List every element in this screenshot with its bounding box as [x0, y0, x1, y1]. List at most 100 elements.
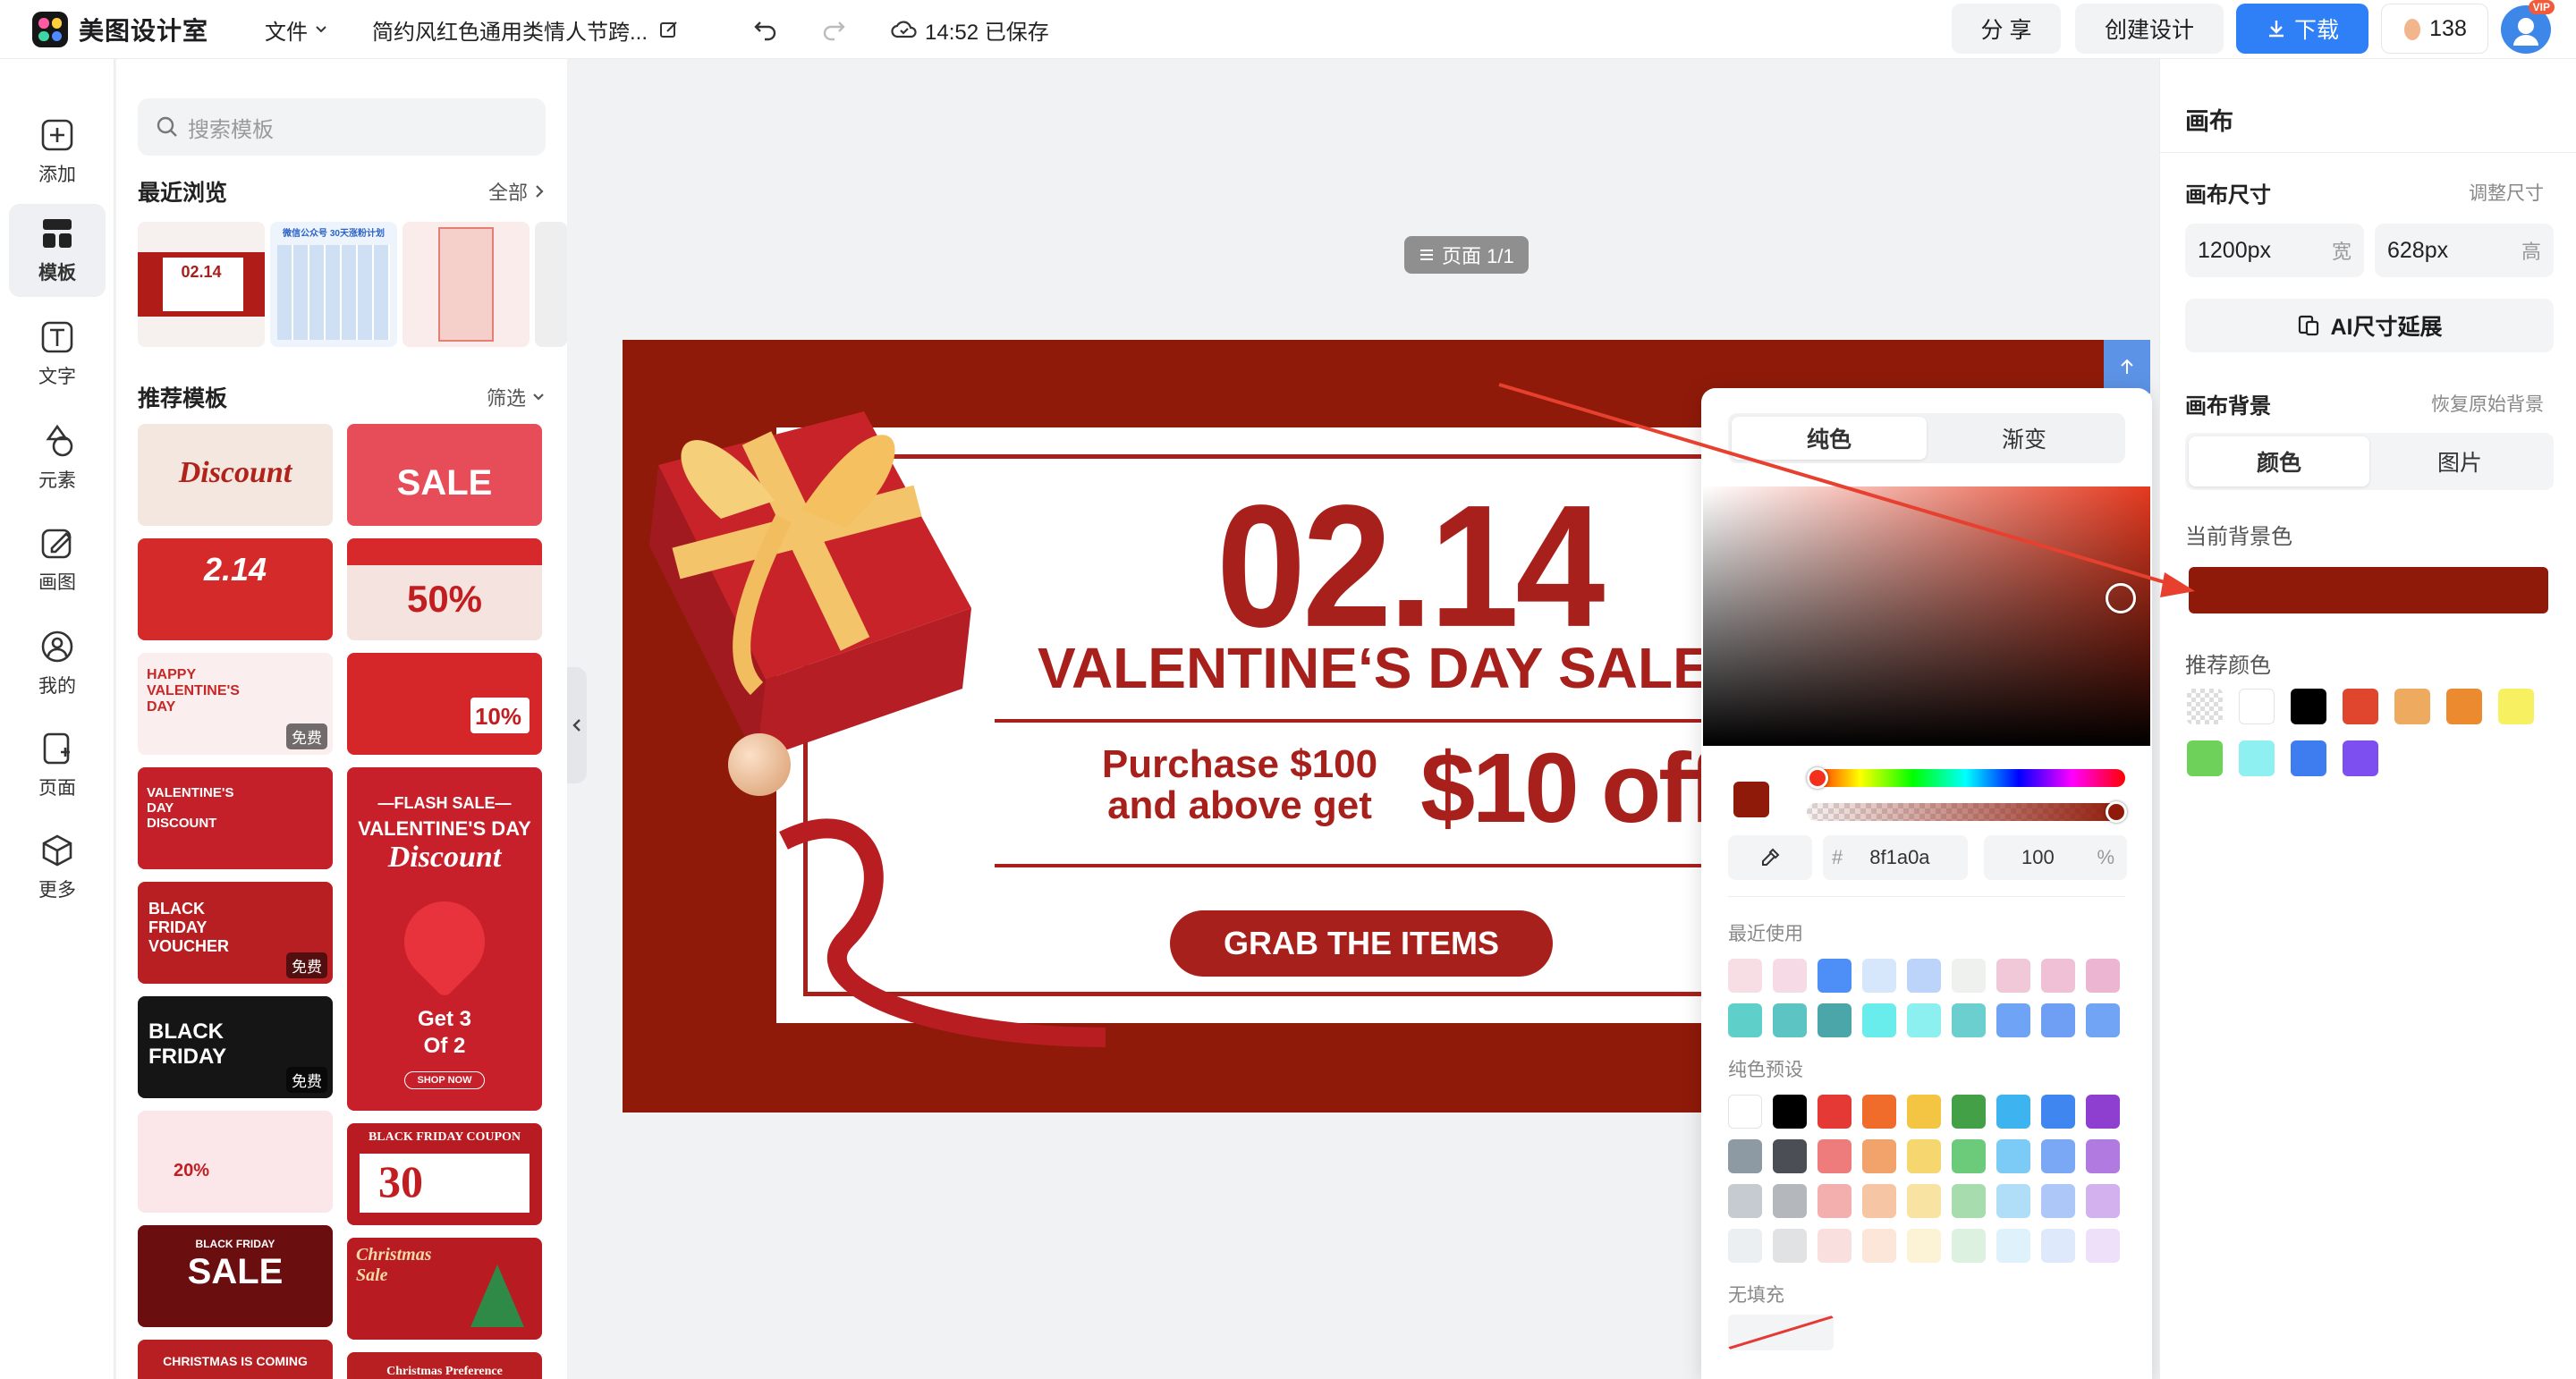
- color-swatch[interactable]: [2086, 1184, 2120, 1218]
- color-swatch[interactable]: [2041, 1184, 2075, 1218]
- template-card[interactable]: VALENTINE'S DAY DISCOUNT: [138, 767, 333, 869]
- color-swatch[interactable]: [1862, 1139, 1896, 1173]
- color-swatch[interactable]: [1996, 1003, 2030, 1037]
- color-swatch[interactable]: [1773, 959, 1807, 993]
- template-card[interactable]: HAPPY VALENTINE'S DAY 免费: [138, 653, 333, 755]
- edit-icon[interactable]: [658, 19, 680, 40]
- color-swatch[interactable]: [1907, 1139, 1941, 1173]
- color-swatch[interactable]: [1862, 1184, 1896, 1218]
- color-swatch[interactable]: [1862, 959, 1896, 993]
- color-swatch[interactable]: [1862, 1095, 1896, 1129]
- tab-solid[interactable]: 纯色: [1732, 417, 1927, 460]
- opacity-slider[interactable]: [1807, 803, 2125, 821]
- current-bg-swatch[interactable]: [2189, 567, 2548, 613]
- color-swatch[interactable]: [1773, 1003, 1807, 1037]
- color-swatch[interactable]: [1773, 1184, 1807, 1218]
- color-swatch[interactable]: [1952, 1229, 1986, 1263]
- gift-box-icon[interactable]: [623, 340, 1034, 805]
- document-title[interactable]: 简约风红色通用类情人节跨...: [372, 0, 680, 59]
- template-card[interactable]: BLACK FRIDAY COUPON 30: [347, 1123, 542, 1225]
- opacity-handle[interactable]: [2106, 801, 2127, 823]
- template-search[interactable]: 搜索模板: [138, 98, 546, 156]
- color-swatch[interactable]: [1907, 1095, 1941, 1129]
- rail-item-pages[interactable]: 页面: [9, 719, 106, 812]
- tab-color[interactable]: 颜色: [2189, 436, 2369, 486]
- template-card[interactable]: BLACK FRIDAY VOUCHER 免费: [138, 882, 333, 984]
- recent-all-link[interactable]: 全部: [488, 177, 546, 206]
- color-swatch[interactable]: [1818, 1139, 1852, 1173]
- color-swatch[interactable]: [1818, 1184, 1852, 1218]
- design-headline[interactable]: VALENTINE‘S DAY SALE: [1038, 635, 1711, 701]
- ai-extend-button[interactable]: AI尺寸延展: [2185, 299, 2554, 352]
- color-swatch[interactable]: [1952, 1095, 1986, 1129]
- hex-input[interactable]: # 8f1a0a: [1823, 835, 1968, 880]
- color-swatch[interactable]: [2086, 959, 2120, 993]
- recent-template-1[interactable]: 02.14: [138, 222, 265, 347]
- template-card[interactable]: 10%: [347, 653, 542, 755]
- color-swatch[interactable]: [1728, 1229, 1762, 1263]
- color-swatch[interactable]: [1728, 1095, 1762, 1129]
- color-swatch[interactable]: [1773, 1229, 1807, 1263]
- color-swatch[interactable]: [1818, 1003, 1852, 1037]
- template-card[interactable]: BLACK FRIDAY 免费: [138, 996, 333, 1098]
- color-swatch[interactable]: [1996, 1095, 2030, 1129]
- color-swatch[interactable]: [1862, 1229, 1896, 1263]
- template-card[interactable]: Christmas Sale: [347, 1238, 542, 1340]
- color-swatch[interactable]: [2041, 1003, 2075, 1037]
- credits-button[interactable]: 138: [2381, 4, 2488, 54]
- color-swatch[interactable]: [2291, 689, 2326, 724]
- rail-item-more[interactable]: 更多: [9, 821, 106, 914]
- hue-slider[interactable]: [1807, 769, 2125, 787]
- color-swatch[interactable]: [2239, 689, 2275, 724]
- recent-template-3[interactable]: [402, 222, 530, 347]
- template-card[interactable]: Discount: [138, 424, 333, 526]
- color-swatch[interactable]: [1818, 1095, 1852, 1129]
- color-swatch[interactable]: [1773, 1139, 1807, 1173]
- hue-handle[interactable]: [1807, 767, 1828, 789]
- color-swatch[interactable]: [1952, 959, 1986, 993]
- template-card[interactable]: BLACK FRIDAY SALE: [138, 1225, 333, 1327]
- recent-template-4[interactable]: [535, 222, 567, 347]
- color-swatch[interactable]: [1907, 959, 1941, 993]
- template-card[interactable]: 50%: [347, 538, 542, 640]
- color-swatch[interactable]: [1728, 1184, 1762, 1218]
- color-swatch[interactable]: [1996, 1139, 2030, 1173]
- color-swatch[interactable]: [2041, 1095, 2075, 1129]
- page-indicator[interactable]: 页面 1/1: [1404, 236, 1529, 274]
- color-swatch[interactable]: [2239, 740, 2275, 776]
- rail-item-templates[interactable]: 模板: [9, 204, 106, 297]
- tab-gradient[interactable]: 渐变: [1927, 417, 2122, 460]
- canvas-width-field[interactable]: 1200px 宽: [2185, 224, 2364, 277]
- color-swatch[interactable]: [2086, 1003, 2120, 1037]
- no-fill-swatch[interactable]: [1728, 1315, 1834, 1350]
- color-swatch[interactable]: [1773, 1095, 1807, 1129]
- scroll-up-button[interactable]: [2104, 340, 2150, 393]
- color-swatch[interactable]: [1728, 1003, 1762, 1037]
- color-swatch[interactable]: [1818, 1229, 1852, 1263]
- color-swatch[interactable]: [1728, 1139, 1762, 1173]
- color-swatch[interactable]: [1996, 1229, 2030, 1263]
- color-swatch[interactable]: [2187, 689, 2223, 724]
- design-cta-button[interactable]: GRAB THE ITEMS: [1170, 910, 1553, 977]
- restore-bg-link[interactable]: 恢复原始背景: [2431, 390, 2544, 417]
- saturation-value-area[interactable]: [1703, 486, 2150, 746]
- brand[interactable]: 美图设计室: [32, 11, 208, 48]
- template-card[interactable]: 2.14: [138, 538, 333, 640]
- rail-item-mine[interactable]: 我的: [9, 617, 106, 710]
- template-card[interactable]: —FLASH SALE— VALENTINE'S DAY Discount Ge…: [347, 767, 542, 1111]
- rail-item-draw[interactable]: 画图: [9, 513, 106, 606]
- design-offer[interactable]: $10 off: [1420, 732, 1722, 845]
- color-swatch[interactable]: [2343, 740, 2378, 776]
- color-swatch[interactable]: [1818, 959, 1852, 993]
- color-swatch[interactable]: [2041, 1139, 2075, 1173]
- tab-image[interactable]: 图片: [2369, 436, 2550, 486]
- template-card[interactable]: 20%: [138, 1111, 333, 1213]
- collapse-panel-button[interactable]: [567, 667, 587, 783]
- color-swatch[interactable]: [2498, 689, 2534, 724]
- redo-button[interactable]: [819, 0, 848, 59]
- design-purchase-text[interactable]: Purchase $100 and above get: [1088, 744, 1392, 826]
- opacity-input[interactable]: 100 %: [1984, 835, 2127, 880]
- download-button[interactable]: 下载: [2236, 4, 2368, 54]
- user-avatar[interactable]: VIP: [2501, 0, 2555, 54]
- color-swatch[interactable]: [1907, 1184, 1941, 1218]
